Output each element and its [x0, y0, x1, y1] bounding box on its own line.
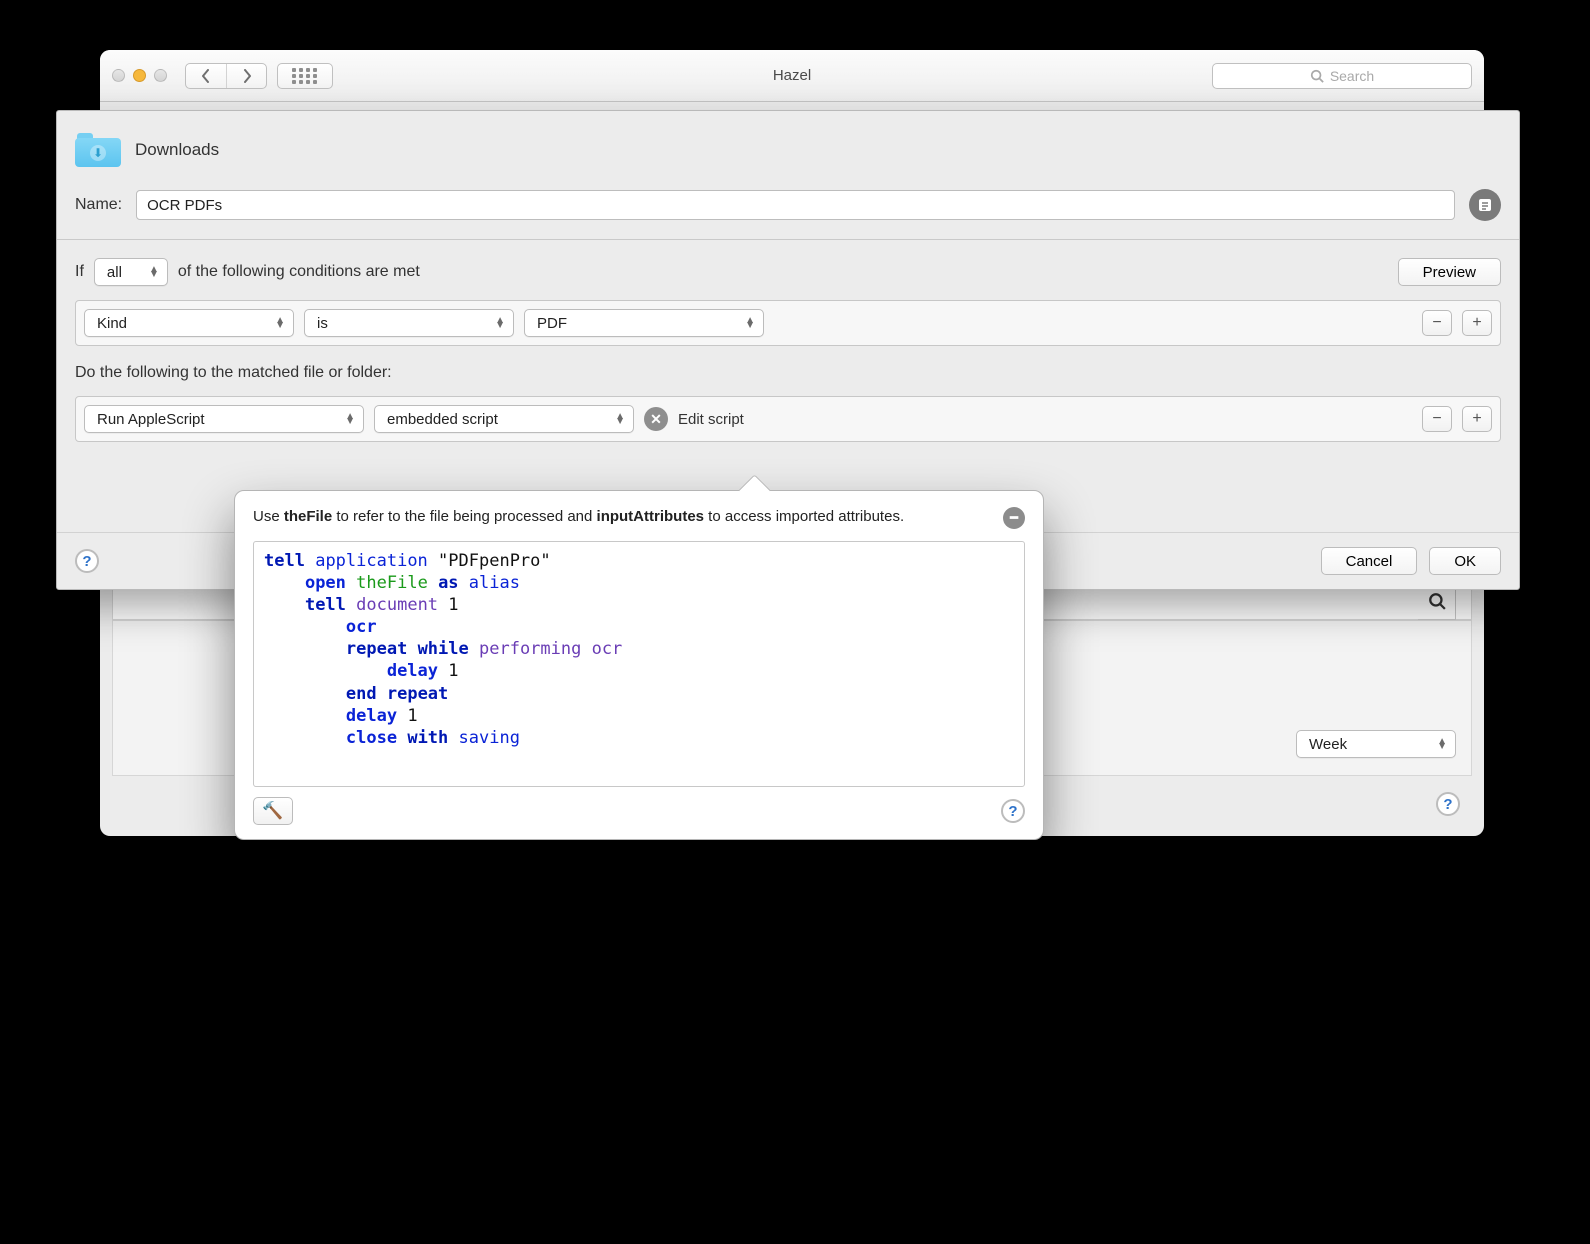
condition-value-select[interactable]: PDF ▲▼ — [524, 309, 764, 337]
remove-condition-button[interactable]: − — [1422, 310, 1452, 336]
condition-operator-select[interactable]: is ▲▼ — [304, 309, 514, 337]
grid-icon — [292, 68, 318, 84]
stepper-icon: ▲▼ — [345, 414, 355, 424]
rule-notes-button[interactable] — [1469, 189, 1501, 221]
conditions-heading: If all ▲▼ of the following conditions ar… — [57, 240, 1519, 296]
nav-forward-button[interactable] — [226, 64, 266, 88]
action-row: Run AppleScript ▲▼ embedded script ▲▼ ✕ … — [75, 396, 1501, 442]
condition-attribute-select[interactable]: Kind ▲▼ — [84, 309, 294, 337]
show-all-button[interactable] — [277, 63, 333, 89]
match-scope-select[interactable]: all ▲▼ — [94, 258, 168, 286]
rule-name-input[interactable] — [136, 190, 1455, 220]
folder-name-label: Downloads — [135, 140, 219, 160]
condition-row: Kind ▲▼ is ▲▼ PDF ▲▼ − + — [75, 300, 1501, 346]
script-help-button[interactable]: ? — [1001, 799, 1025, 823]
remove-action-button[interactable]: − — [1422, 406, 1452, 432]
action-source-select[interactable]: embedded script ▲▼ — [374, 405, 634, 433]
stepper-icon: ▲▼ — [495, 318, 505, 328]
stepper-icon: ▲▼ — [149, 267, 159, 277]
titlebar: Hazel Search — [100, 50, 1484, 102]
nav-back-button[interactable] — [186, 64, 226, 88]
minus-icon: ━ — [1010, 509, 1018, 527]
condition-value-value: PDF — [537, 315, 567, 332]
action-type-value: Run AppleScript — [97, 411, 205, 428]
add-condition-button[interactable]: + — [1462, 310, 1492, 336]
collapse-hint-button[interactable]: ━ — [1003, 507, 1025, 529]
actions-intro-text: Do the following to the matched file or … — [75, 364, 392, 382]
stepper-icon: ▲▼ — [745, 318, 755, 328]
search-placeholder: Search — [1330, 68, 1374, 84]
add-action-button[interactable]: + — [1462, 406, 1492, 432]
search-icon — [1428, 592, 1446, 610]
script-hint-text: Use theFile to refer to the file being p… — [253, 507, 989, 527]
ok-button[interactable]: OK — [1429, 547, 1501, 575]
note-icon — [1477, 197, 1493, 213]
script-editor-popover: Use theFile to refer to the file being p… — [234, 490, 1044, 840]
condition-operator-value: is — [317, 315, 328, 332]
close-icon: ✕ — [650, 411, 662, 428]
window-zoom-button[interactable] — [154, 69, 167, 82]
window-minimize-button[interactable] — [133, 69, 146, 82]
prefs-window: Hazel Search Week ▲▼ ? ⬇ Downloads Name: — [100, 50, 1484, 836]
condition-attribute-value: Kind — [97, 315, 127, 332]
actions-heading: Do the following to the matched file or … — [57, 346, 1519, 392]
name-field-label: Name: — [75, 196, 122, 214]
cancel-button[interactable]: Cancel — [1321, 547, 1418, 575]
bg-interval-label: Week — [1309, 736, 1347, 753]
traffic-lights — [112, 69, 167, 82]
if-suffix: of the following conditions are met — [178, 263, 420, 281]
stepper-icon: ▲▼ — [275, 318, 285, 328]
preview-button[interactable]: Preview — [1398, 258, 1501, 286]
nav-back-forward — [185, 63, 267, 89]
compile-script-button[interactable]: 🔨 — [253, 797, 293, 825]
bg-interval-select[interactable]: Week ▲▼ — [1296, 730, 1456, 758]
downloads-glyph-icon: ⬇ — [90, 145, 106, 161]
search-icon — [1310, 69, 1324, 83]
window-close-button[interactable] — [112, 69, 125, 82]
stepper-icon: ▲▼ — [1437, 739, 1447, 749]
if-prefix: If — [75, 263, 84, 281]
toolbar-search-field[interactable]: Search — [1212, 63, 1472, 89]
folder-icon: ⬇ — [75, 133, 121, 167]
script-text-area[interactable]: tell application "PDFpenPro" open theFil… — [253, 541, 1025, 787]
bg-help-button[interactable]: ? — [1436, 792, 1460, 816]
clear-script-button[interactable]: ✕ — [644, 407, 668, 431]
action-type-select[interactable]: Run AppleScript ▲▼ — [84, 405, 364, 433]
script-code: tell application "PDFpenPro" open theFil… — [264, 550, 1014, 749]
stepper-icon: ▲▼ — [615, 414, 625, 424]
hammer-icon: 🔨 — [262, 801, 283, 821]
match-scope-value: all — [107, 264, 122, 281]
sheet-help-button[interactable]: ? — [75, 549, 99, 573]
edit-script-link[interactable]: Edit script — [678, 411, 744, 428]
action-source-value: embedded script — [387, 411, 498, 428]
